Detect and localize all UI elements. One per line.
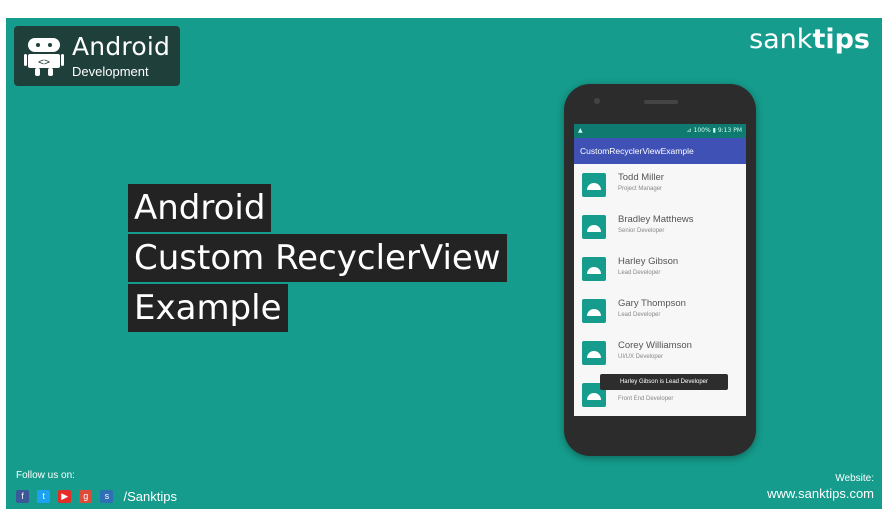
status-left: ▲ <box>578 127 583 134</box>
contact-role: Project Manager <box>618 186 663 192</box>
camera-icon <box>594 98 600 104</box>
android-item-icon <box>582 173 606 197</box>
sanktips-brand: sanktips <box>749 24 870 55</box>
android-item-icon <box>582 341 606 365</box>
app-bar-title: CustomRecyclerViewExample <box>574 138 746 164</box>
contact-name: Harley Gibson <box>618 256 679 267</box>
contact-role: Lead Developer <box>618 270 661 276</box>
contact-role: Senior Developer <box>618 228 665 234</box>
contact-name: Gary Thompson <box>618 298 686 309</box>
website-label: Website: <box>835 473 874 484</box>
status-bar: ▲ ⊿ 100% ▮ 9:13 PM <box>574 124 746 138</box>
android-development-logo: <> Android Development <box>14 26 180 86</box>
contact-name: Bradley Matthews <box>618 214 694 225</box>
android-item-icon <box>582 299 606 323</box>
android-item-icon <box>582 215 606 239</box>
google-plus-icon[interactable]: g <box>79 490 93 503</box>
logo-subtitle: Development <box>72 64 149 79</box>
list-item[interactable]: Bradley Matthews Senior Developer <box>574 206 746 248</box>
title-line-1: Android <box>128 184 272 232</box>
phone-screen: ▲ ⊿ 100% ▮ 9:13 PM CustomRecyclerViewExa… <box>574 124 746 416</box>
contact-role: Front End Developer <box>618 396 674 402</box>
list-item[interactable]: Todd Miller Project Manager <box>574 164 746 206</box>
phone-top-bezel <box>564 84 756 124</box>
title-line-3: Example <box>128 284 288 332</box>
brand-part1: sank <box>749 24 813 55</box>
list-item[interactable]: Harley Gibson Lead Developer <box>574 248 746 290</box>
list-item[interactable]: Corey Williamson UI/UX Developer <box>574 332 746 374</box>
toast-message: Harley Gibson is Lead Developer <box>600 374 728 390</box>
phone-bottom-bezel <box>564 416 756 456</box>
android-item-icon <box>582 257 606 281</box>
contact-role: UI/UX Developer <box>618 354 664 360</box>
svg-text:<>: <> <box>38 57 50 68</box>
title-line-2: Custom RecyclerView <box>128 234 507 282</box>
brand-part2: tips <box>812 24 870 55</box>
image-frame: <> Android Development sanktips Android … <box>0 0 882 509</box>
social-links: f t ▶ g s /Sanktips <box>16 486 177 504</box>
phone-mockup: ▲ ⊿ 100% ▮ 9:13 PM CustomRecyclerViewExa… <box>564 84 756 456</box>
facebook-icon[interactable]: f <box>16 490 29 503</box>
contact-name: Todd Miller <box>618 172 664 183</box>
speaker-grille <box>644 100 678 104</box>
sanktips-icon[interactable]: s <box>100 490 114 503</box>
website-url[interactable]: www.sanktips.com <box>767 486 874 501</box>
contact-name: Corey Williamson <box>618 340 692 351</box>
youtube-icon[interactable]: ▶ <box>58 490 72 503</box>
twitter-icon[interactable]: t <box>37 490 51 503</box>
logo-title: Android <box>72 32 171 61</box>
contact-role: Lead Developer <box>618 312 661 318</box>
list-item[interactable]: Gary Thompson Lead Developer <box>574 290 746 332</box>
follow-us-label: Follow us on: <box>16 470 75 481</box>
android-robot-icon: <> <box>24 38 64 76</box>
thumbnail-canvas: <> Android Development sanktips Android … <box>6 18 882 509</box>
social-handle[interactable]: /Sanktips <box>123 489 176 504</box>
status-right: ⊿ 100% ▮ 9:13 PM <box>686 127 742 134</box>
